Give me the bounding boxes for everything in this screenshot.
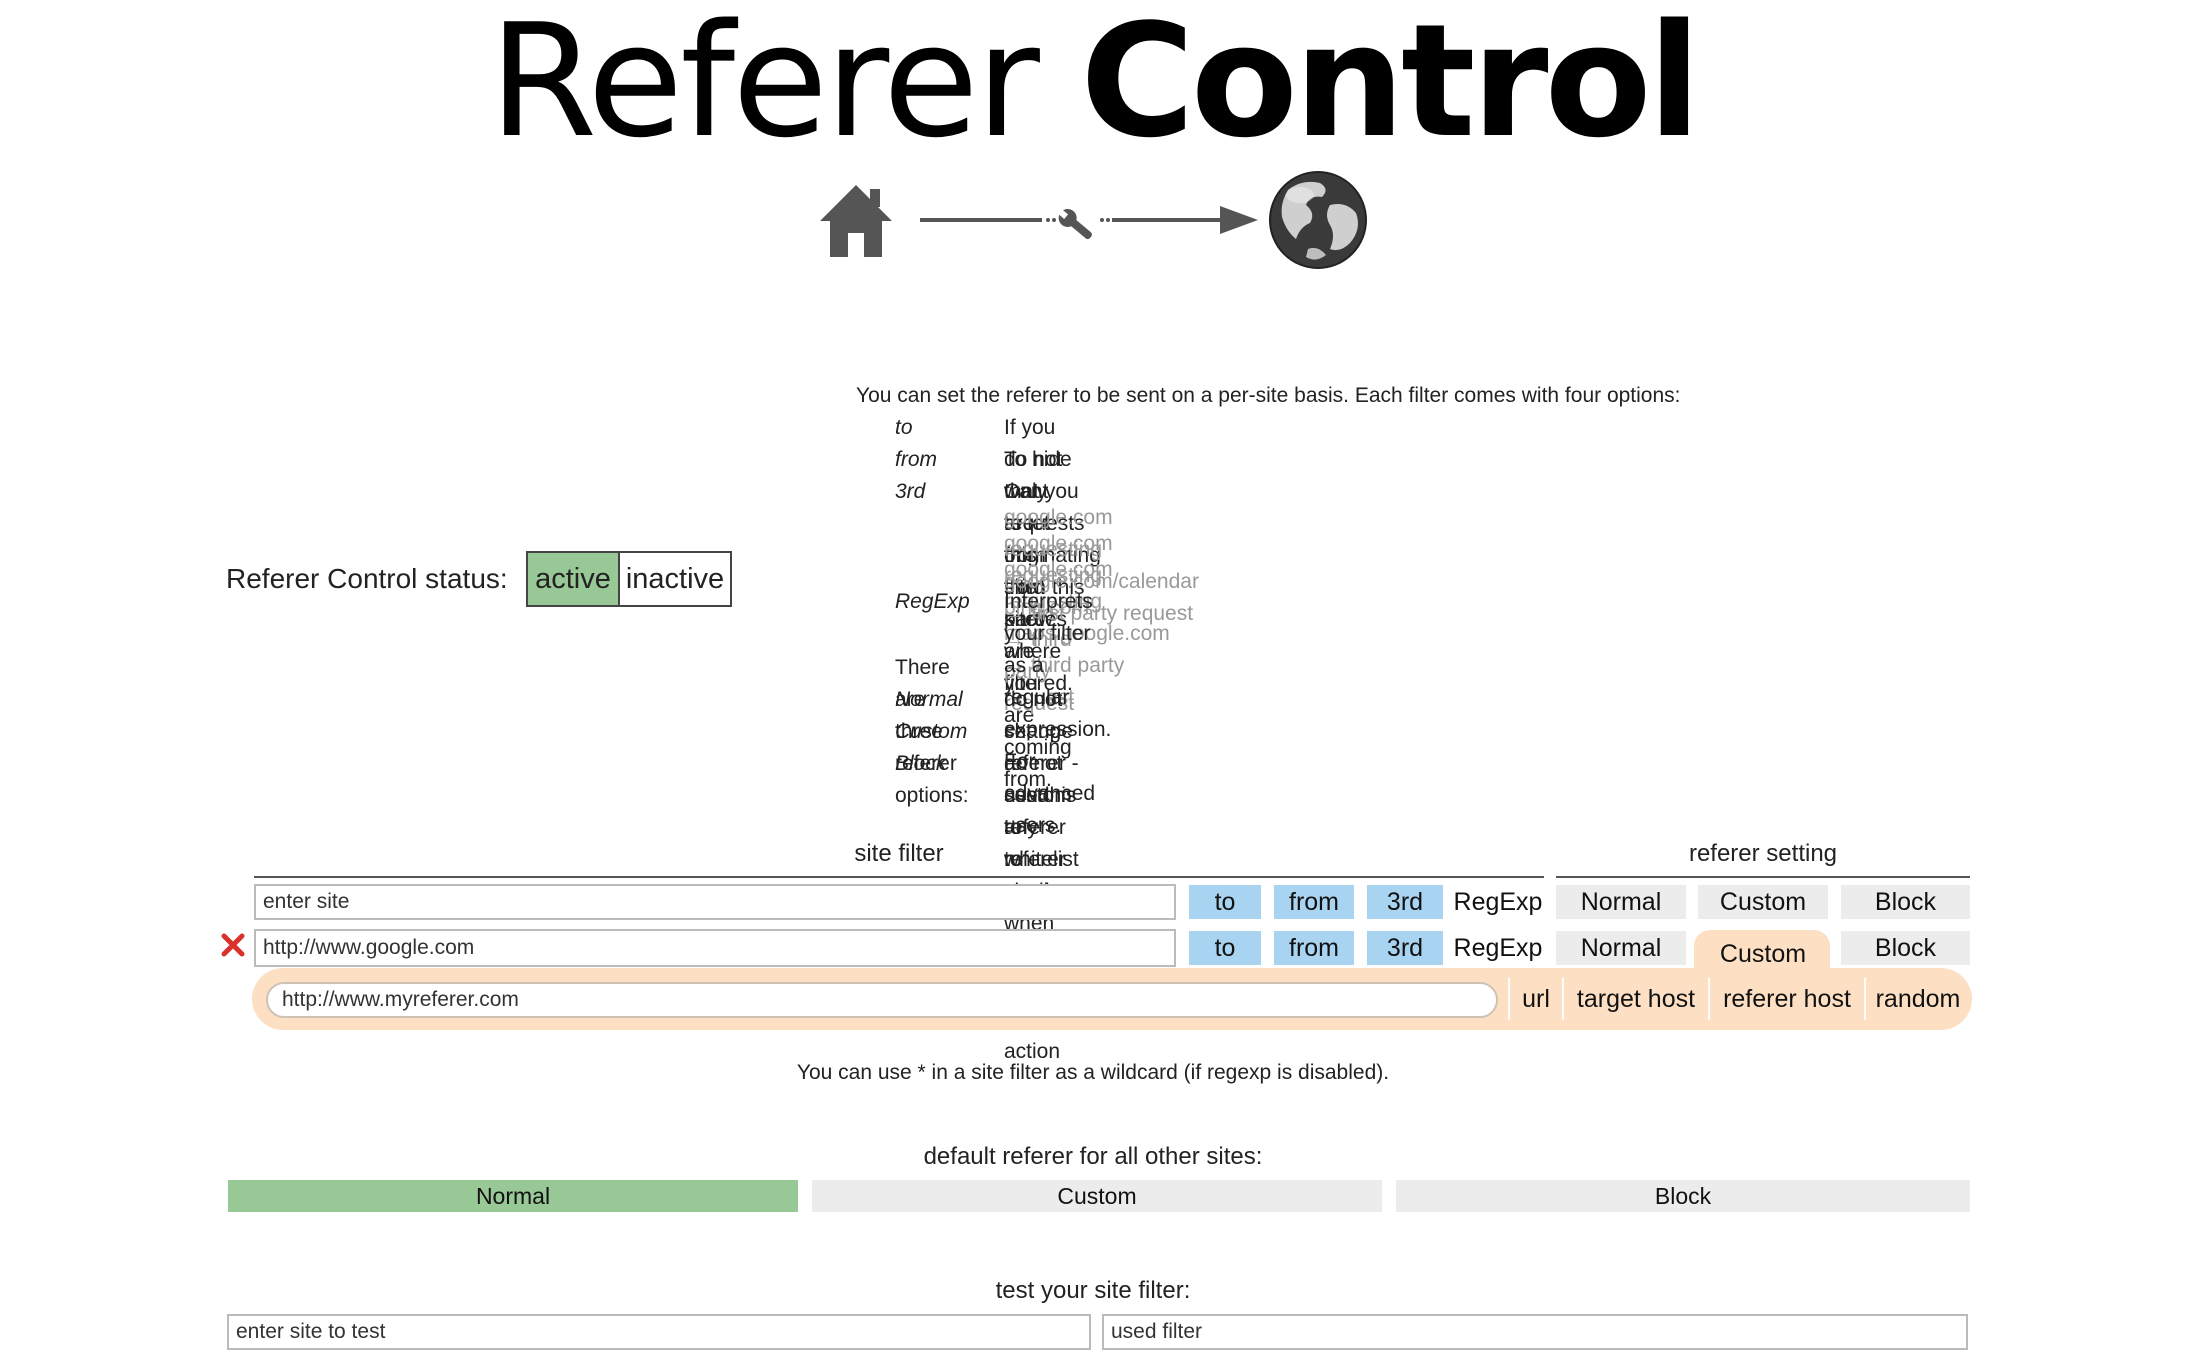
new-site-input[interactable] (254, 884, 1176, 920)
new-3rd-button[interactable]: 3rd (1367, 885, 1443, 919)
mode-target-host-button[interactable]: target host (1566, 978, 1706, 1020)
logo-illustration (820, 171, 1367, 269)
default-referer-label: default referer for all other sites: (923, 1143, 1263, 1170)
normal-button[interactable]: Normal (1556, 931, 1686, 965)
custom-button[interactable]: Custom (1698, 934, 1828, 974)
default-custom-button[interactable]: Custom (812, 1180, 1382, 1212)
info-key-custom: Custom (895, 720, 968, 743)
info-intro: You can set the referer to be sent on a … (856, 384, 1681, 407)
mode-separator (1562, 978, 1564, 1020)
from-button[interactable]: from (1274, 931, 1354, 965)
new-normal-button[interactable]: Normal (1556, 885, 1686, 919)
test-filter-label: test your site filter: (995, 1277, 1191, 1304)
mode-url-button[interactable]: url (1512, 978, 1560, 1020)
info-key-block: Block (895, 752, 947, 775)
status-active-button[interactable]: active (528, 553, 620, 605)
site-filter-rule (254, 876, 1544, 878)
new-block-button[interactable]: Block (1841, 885, 1970, 919)
referer-setting-header: referer setting (1688, 840, 1838, 867)
3rd-button[interactable]: 3rd (1367, 931, 1443, 965)
block-button[interactable]: Block (1841, 931, 1970, 965)
mode-referer-host-button[interactable]: referer host (1712, 978, 1862, 1020)
mode-separator (1864, 978, 1866, 1020)
test-site-input[interactable] (227, 1314, 1091, 1350)
wildcard-note: You can use * in a site filter as a wild… (796, 1061, 1390, 1084)
to-button[interactable]: to (1189, 931, 1261, 965)
info-key-3rd: 3rd (895, 480, 926, 503)
regexp-button[interactable]: RegExp (1452, 931, 1544, 965)
wrench-icon (1056, 207, 1092, 240)
delete-icon[interactable] (220, 932, 246, 958)
default-block-button[interactable]: Block (1396, 1180, 1970, 1212)
custom-referer-input[interactable]: http://www.myreferer.com (266, 982, 1498, 1018)
info-key-normal: Normal (895, 688, 963, 711)
home-icon (820, 185, 892, 257)
mode-separator (1708, 978, 1710, 1020)
new-regexp-button[interactable]: RegExp (1452, 885, 1544, 919)
info-key-from: from (895, 448, 937, 471)
title-bold: Control (1080, 0, 1701, 172)
globe-icon (1269, 171, 1367, 269)
new-custom-button[interactable]: Custom (1698, 885, 1828, 919)
site-input[interactable]: http://www.google.com (254, 929, 1176, 967)
status-inactive-button[interactable]: inactive (620, 553, 730, 605)
arrow-right-icon (1112, 206, 1258, 234)
new-to-button[interactable]: to (1189, 885, 1261, 919)
status-label: Referer Control status: (226, 563, 508, 594)
mode-separator (1508, 978, 1510, 1020)
site-filter-header: site filter (854, 840, 944, 867)
title-light: Referer (488, 0, 1040, 172)
new-from-button[interactable]: from (1274, 885, 1354, 919)
info-key-regexp: RegExp (895, 590, 970, 613)
info-key-to: to (895, 416, 913, 439)
status-toggle[interactable]: active inactive (526, 551, 732, 607)
page-title: Referer Control (0, 3, 2186, 159)
referer-setting-rule (1556, 876, 1970, 878)
mode-random-button[interactable]: random (1868, 978, 1968, 1020)
default-normal-button[interactable]: Normal (228, 1180, 798, 1212)
used-filter-field (1102, 1314, 1968, 1350)
